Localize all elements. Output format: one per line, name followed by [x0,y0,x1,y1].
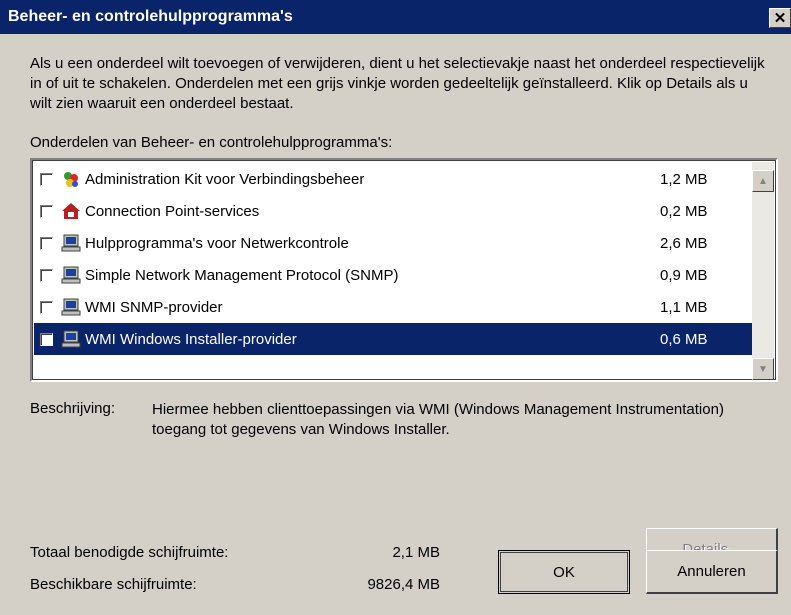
item-size: 0,2 MB [660,202,708,220]
computer-icon [61,298,81,316]
list-item[interactable]: Connection Point-services 0,2 MB [34,195,752,227]
connection-point-icon [62,203,80,219]
computer-icon [61,234,81,252]
scroll-up-button[interactable]: ▲ [752,170,774,192]
components-listbox[interactable]: Administration Kit voor Verbindingsbehee… [30,158,778,382]
intro-text: Als u een onderdeel wilt toevoegen of ve… [30,55,765,112]
vertical-scrollbar[interactable]: ▲ ▼ [752,162,774,380]
title-bar: Beheer- en controlehulpprogramma's ✕ [0,0,791,34]
item-size: 1,2 MB [660,170,708,188]
close-button[interactable]: ✕ [769,8,791,28]
item-name: WMI Windows Installer-provider [85,330,297,348]
checkbox[interactable] [40,172,53,186]
item-name: Hulpprogramma's voor Netwerkcontrole [85,234,349,252]
description-text: Hiermee hebben clienttoepassingen via WM… [152,401,724,438]
item-size: 0,9 MB [660,266,708,284]
item-name: Connection Point-services [85,202,260,220]
item-size: 0,6 MB [660,330,708,348]
available-space-value: 9826,4 MB [367,576,440,593]
window-title: Beheer- en controlehulpprogramma's [8,8,293,25]
list-item[interactable]: Administration Kit voor Verbindingsbehee… [34,163,752,195]
item-name: Simple Network Management Protocol (SNMP… [85,266,399,284]
scroll-down-button[interactable]: ▼ [752,358,774,380]
components-list-label: Onderdelen van Beheer- en controlehulppr… [30,134,393,151]
components-rows: Administration Kit voor Verbindingsbehee… [34,163,752,355]
total-space-label: Totaal benodigde schijfruimte: [30,544,229,561]
list-item-selected[interactable]: WMI Windows Installer-provider 0,6 MB [34,323,752,355]
description-label: Beschrijving: [30,400,116,417]
computer-icon [61,330,81,348]
item-name: Administration Kit voor Verbindingsbehee… [85,170,365,188]
list-item[interactable]: Simple Network Management Protocol (SNMP… [34,259,752,291]
list-item[interactable]: Hulpprogramma's voor Netwerkcontrole 2,6… [34,227,752,259]
item-size: 1,1 MB [660,298,708,316]
item-size: 2,6 MB [660,234,708,252]
cmak-icon [64,172,78,187]
checkbox[interactable] [40,300,53,314]
available-space-label: Beschikbare schijfruimte: [30,576,197,593]
checkbox[interactable] [40,204,53,218]
arrow-down-icon: ▼ [758,363,768,375]
item-name: WMI SNMP-provider [85,298,223,316]
cancel-button[interactable]: Annuleren [646,550,778,594]
checkbox[interactable] [40,268,53,282]
total-space-value: 2,1 MB [392,544,440,561]
ok-button[interactable]: OK [498,550,630,594]
checkbox[interactable] [40,332,53,346]
checkbox[interactable] [40,236,53,250]
arrow-up-icon: ▲ [758,175,768,187]
computer-icon [61,266,81,284]
list-item[interactable]: WMI SNMP-provider 1,1 MB [34,291,752,323]
close-icon: ✕ [773,9,787,27]
